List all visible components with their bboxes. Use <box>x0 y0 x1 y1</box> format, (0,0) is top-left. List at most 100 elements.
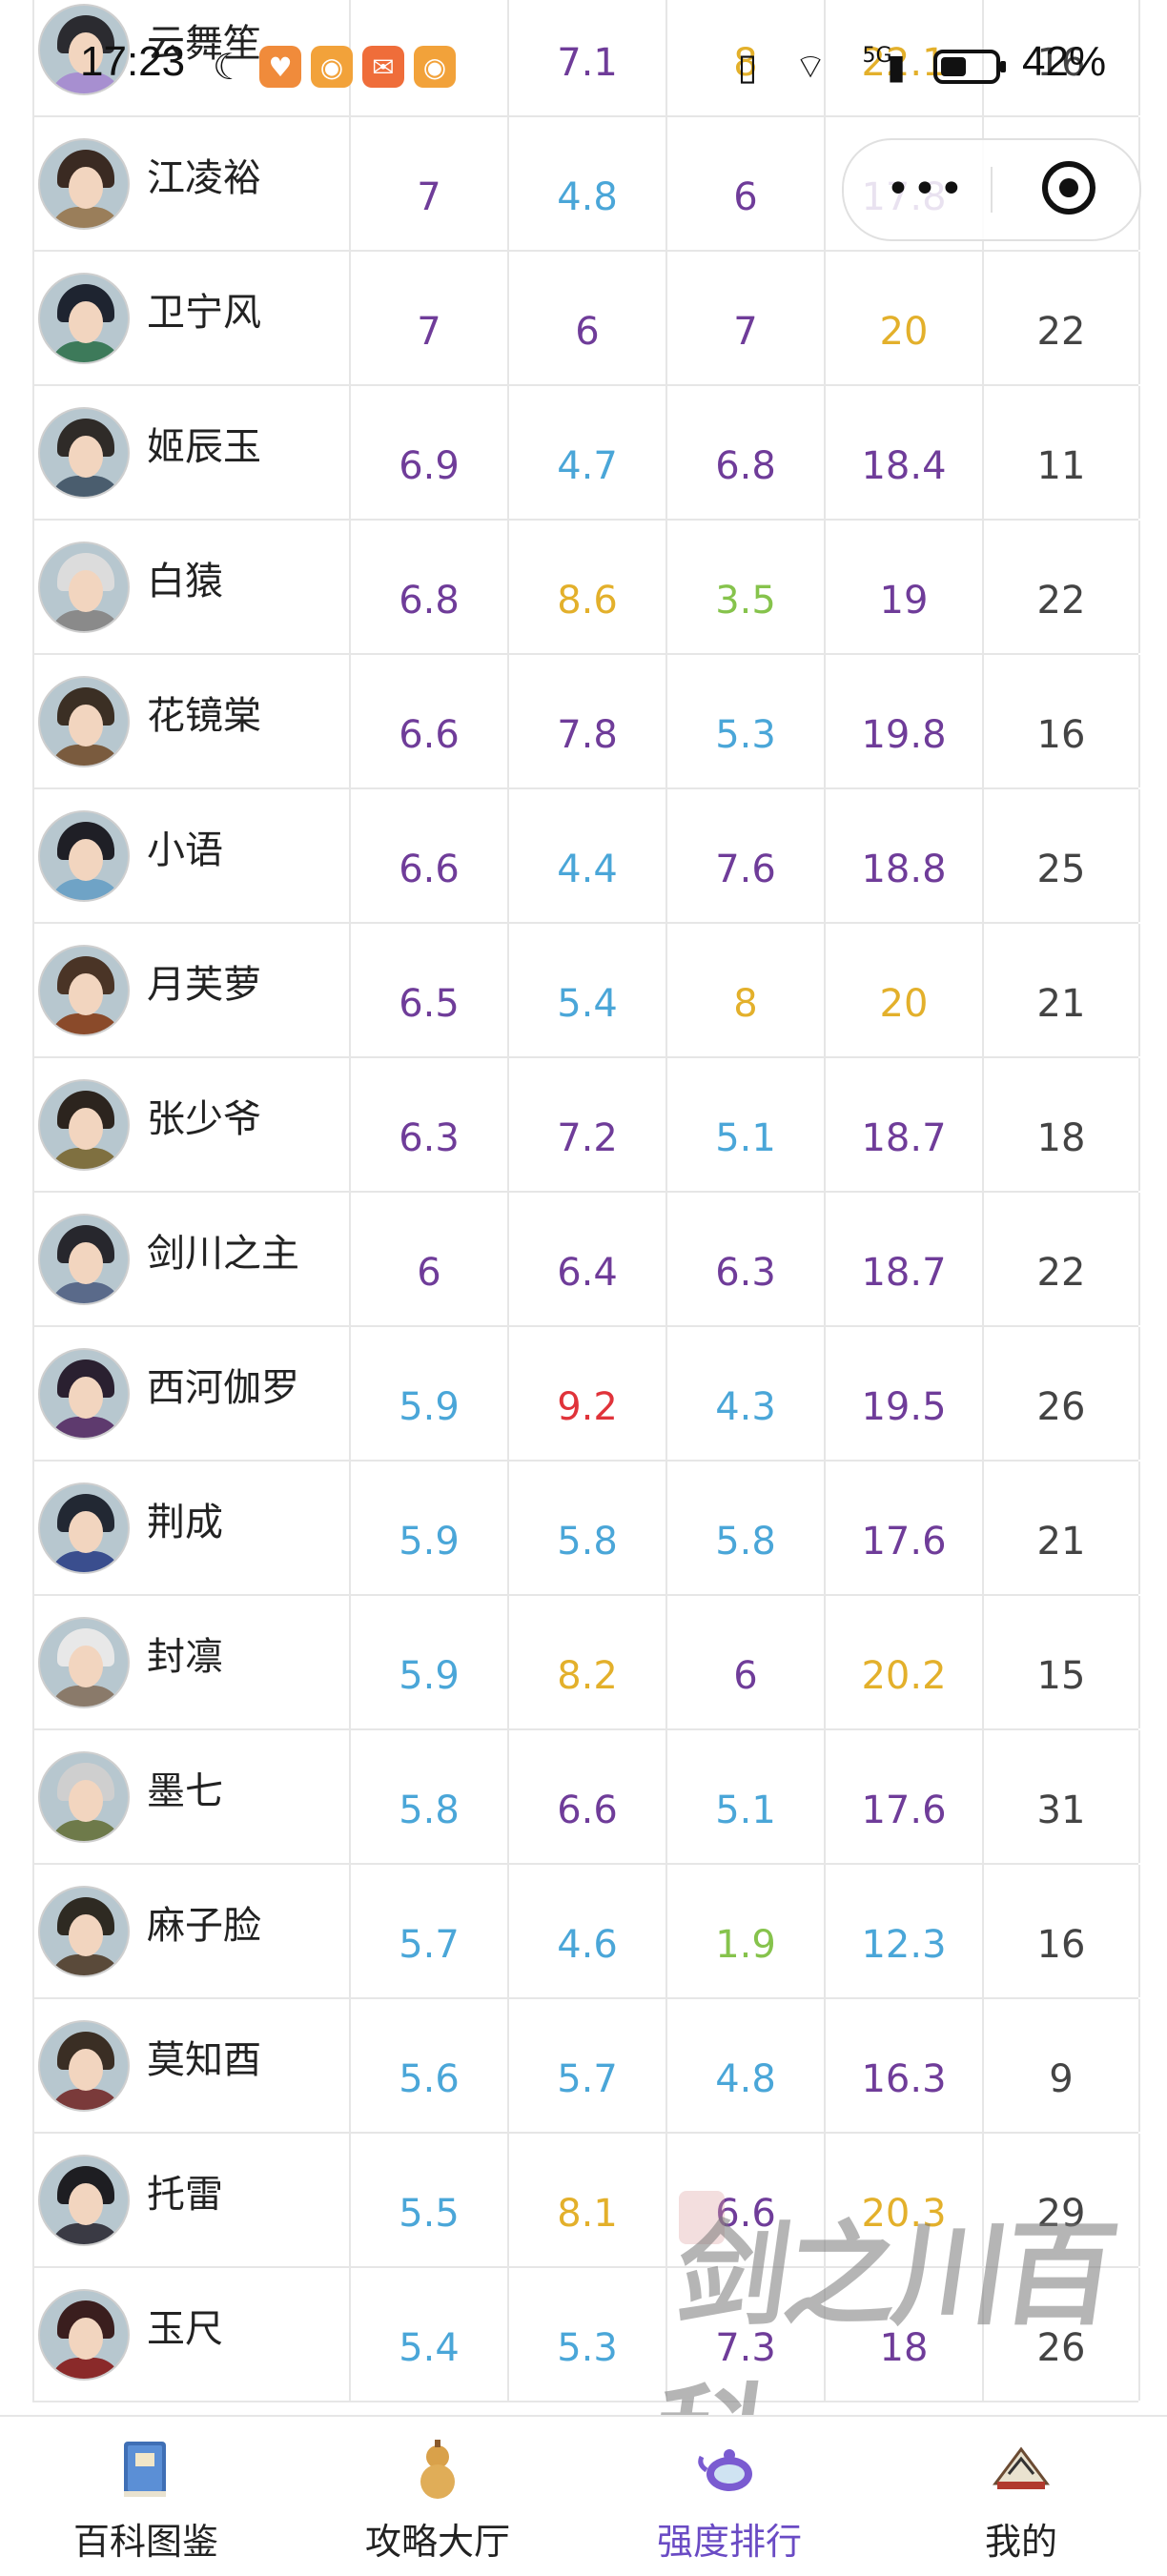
score-value: 18.7 <box>861 1250 947 1295</box>
character-avatar <box>38 2019 130 2112</box>
nav-item-encyclopedia[interactable]: 百科图鉴 <box>0 2417 292 2576</box>
character-avatar <box>38 137 130 230</box>
table-row[interactable]: 小语 6.6 4.4 7.6 18.8 25 <box>32 789 1140 924</box>
character-name: 麻子脸 <box>147 1903 261 1948</box>
score-cell: 4.8 <box>507 117 665 250</box>
score-value: 21 <box>1036 981 1086 1026</box>
score-value: 6 <box>733 174 758 219</box>
score-cell: 5.3 <box>665 655 824 787</box>
score-cell: 6.8 <box>665 386 824 519</box>
score-cell: 6.6 <box>507 1730 665 1863</box>
score-cell: 4.8 <box>665 1999 824 2132</box>
score-value: 17.6 <box>861 1519 947 1564</box>
score-value: 6.6 <box>399 712 460 757</box>
table-row[interactable]: 姬辰玉 6.9 4.7 6.8 18.4 11 <box>32 386 1140 521</box>
character-name: 白猿 <box>147 559 223 603</box>
character-avatar <box>38 1482 130 1574</box>
nav-item-mine[interactable]: 我的 <box>875 2417 1167 2576</box>
more-options-icon[interactable]: ••• <box>886 165 966 214</box>
weibo-icon-2: ◉ <box>414 46 456 88</box>
character-name: 荆成 <box>147 1500 223 1544</box>
score-value: 5.4 <box>399 2325 460 2370</box>
score-value: 7.8 <box>557 712 618 757</box>
character-name: 封凛 <box>147 1634 223 1679</box>
table-row[interactable]: 西河伽罗 5.9 9.2 4.3 19.5 26 <box>32 1327 1140 1462</box>
score-value: 5.9 <box>399 1653 460 1698</box>
score-value: 6.5 <box>399 981 460 1026</box>
table-row[interactable]: 墨七 5.8 6.6 5.1 17.6 31 <box>32 1730 1140 1865</box>
score-cell: 7.6 <box>665 789 824 922</box>
heart-app-icon: ♥ <box>259 46 301 88</box>
encyclopedia-book-icon <box>124 2442 166 2497</box>
score-value: 7 <box>417 174 441 219</box>
teapot-icon <box>698 2449 752 2491</box>
score-value: 5.1 <box>715 1788 776 1832</box>
table-row[interactable]: 白猿 6.8 8.6 3.5 19 22 <box>32 521 1140 655</box>
score-value: 5.6 <box>399 2056 460 2101</box>
score-value: 9.2 <box>557 1384 618 1429</box>
score-cell: 17.6 <box>824 1730 982 1863</box>
character-cell: 剑川之主 <box>32 1193 349 1325</box>
score-cell: 5.4 <box>349 2268 507 2401</box>
score-cell: 19 <box>824 521 982 653</box>
table-row[interactable]: 荆成 5.9 5.8 5.8 17.6 21 <box>32 1462 1140 1596</box>
score-value: 19.8 <box>861 712 947 757</box>
score-value: 5.3 <box>715 712 776 757</box>
table-row[interactable]: 麻子脸 5.7 4.6 1.9 12.3 16 <box>32 1865 1140 1999</box>
score-cell: 12.3 <box>824 1865 982 1997</box>
score-cell: 17.6 <box>824 1462 982 1594</box>
character-cell: 姬辰玉 <box>32 386 349 519</box>
score-value: 18.7 <box>861 1115 947 1160</box>
character-cell: 江凌裕 <box>32 117 349 250</box>
character-avatar <box>38 406 130 499</box>
score-cell: 7 <box>349 252 507 384</box>
moon-icon: ☾ <box>212 46 246 88</box>
table-row[interactable]: 月芙萝 6.5 5.4 8 20 21 <box>32 924 1140 1058</box>
character-name: 墨七 <box>147 1768 223 1813</box>
score-value: 8 <box>733 981 758 1026</box>
character-avatar <box>38 675 130 767</box>
gourd-icon <box>420 2440 455 2499</box>
nav-label: 攻略大厅 <box>364 2521 510 2563</box>
score-cell: 5.6 <box>349 1999 507 2132</box>
score-cell: 3.5 <box>665 521 824 653</box>
table-row[interactable]: 封凛 5.9 8.2 6 20.2 15 <box>32 1596 1140 1730</box>
score-value: 11 <box>1036 443 1086 488</box>
character-cell: 小语 <box>32 789 349 922</box>
score-value: 6.8 <box>399 578 460 623</box>
score-cell: 25 <box>982 789 1140 922</box>
table-row[interactable]: 张少爷 6.3 7.2 5.1 18.7 18 <box>32 1058 1140 1193</box>
close-target-icon[interactable] <box>1042 161 1095 215</box>
character-avatar <box>38 809 130 902</box>
score-value: 6.6 <box>399 847 460 891</box>
character-name: 莫知酉 <box>147 2037 261 2082</box>
vibrate-icon: ▯ <box>737 46 758 88</box>
table-row[interactable]: 莫知酉 5.6 5.7 4.8 16.3 9 <box>32 1999 1140 2134</box>
score-cell: 18.8 <box>824 789 982 922</box>
score-cell: 6.4 <box>507 1193 665 1325</box>
character-avatar <box>38 541 130 633</box>
nav-item-guides[interactable]: 攻略大厅 <box>292 2417 584 2576</box>
nav-label: 百科图鉴 <box>72 2521 218 2563</box>
score-value: 8.2 <box>557 1653 618 1698</box>
character-name: 花镜棠 <box>147 693 261 738</box>
score-cell: 5.8 <box>349 1730 507 1863</box>
character-avatar <box>38 1616 130 1708</box>
score-value: 17.6 <box>861 1788 947 1832</box>
mail-app-icon: ✉ <box>362 46 404 88</box>
score-cell: 5.4 <box>507 924 665 1056</box>
table-row[interactable]: 卫宁风 7 6 7 20 22 <box>32 252 1140 386</box>
status-bar: 17:23 ☾ ♥ ◉ ✉ ◉ ▯ ⌔ 5G ▮ 42% <box>0 0 1167 124</box>
score-value: 19.5 <box>861 1384 947 1429</box>
score-cell: 8.1 <box>507 2134 665 2266</box>
nav-item-ranking[interactable]: 强度排行 <box>584 2417 875 2576</box>
character-avatar <box>38 944 130 1036</box>
character-name: 西河伽罗 <box>147 1365 299 1410</box>
score-cell: 6.3 <box>349 1058 507 1191</box>
character-cell: 张少爷 <box>32 1058 349 1191</box>
table-row[interactable]: 剑川之主 6 6.4 6.3 18.7 22 <box>32 1193 1140 1327</box>
score-value: 5.9 <box>399 1519 460 1564</box>
score-cell: 18 <box>982 1058 1140 1191</box>
table-row[interactable]: 花镜棠 6.6 7.8 5.3 19.8 16 <box>32 655 1140 789</box>
bottom-nav: 百科图鉴 攻略大厅 强度排行 我的 <box>0 2415 1167 2574</box>
